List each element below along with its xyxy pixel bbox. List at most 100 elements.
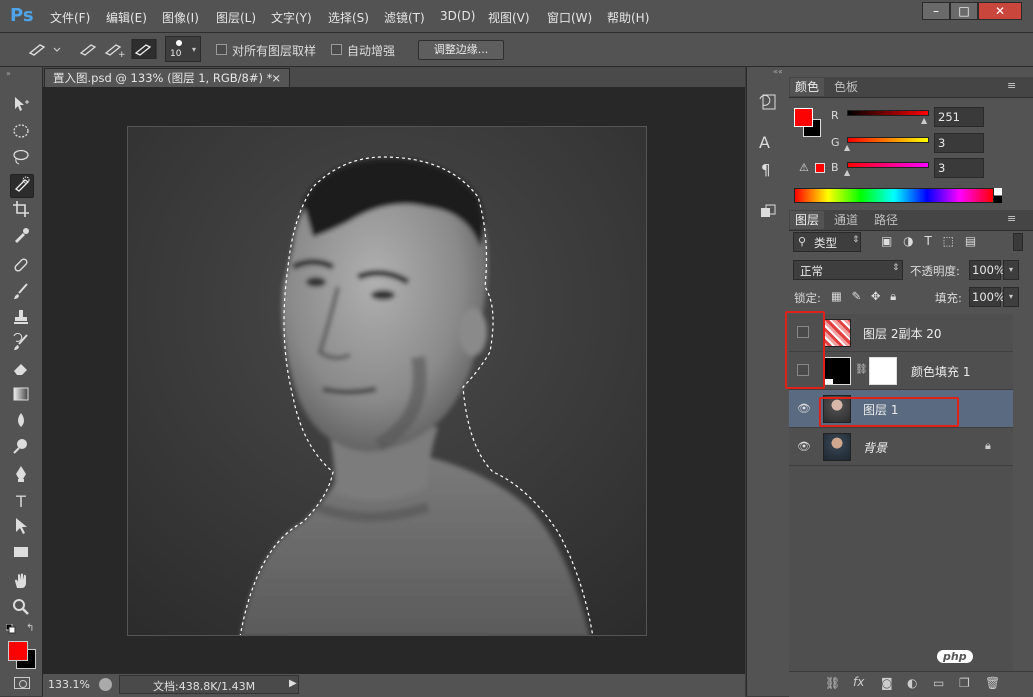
swap-colors-icon[interactable]: ↰ [26, 623, 34, 634]
move-icon[interactable] [10, 95, 32, 117]
slider-thumb-icon[interactable]: ▲ [921, 116, 927, 125]
path-selection-icon[interactable] [10, 517, 32, 539]
menu-image[interactable]: 图像(I) [162, 9, 199, 26]
maximize-button[interactable]: □ [950, 2, 978, 20]
panel-foreground-swatch[interactable] [794, 108, 813, 127]
menu-filter[interactable]: 滤镜(T) [384, 9, 425, 26]
tab-layers[interactable]: 图层 [790, 211, 825, 229]
new-selection-icon[interactable] [86, 39, 108, 59]
layer-row[interactable]: 👁︎ 背景 🔒︎ [789, 428, 1013, 466]
menu-file[interactable]: 文件(F) [50, 9, 90, 26]
channel-b-slider[interactable] [847, 162, 929, 168]
adjustment-layer-icon[interactable]: ◐ [907, 676, 917, 690]
brush-icon[interactable] [10, 282, 32, 304]
brush-size-picker[interactable]: 10 ▾ [165, 36, 201, 62]
black-white-ramp[interactable] [994, 188, 1002, 203]
stamp-icon[interactable] [10, 308, 32, 330]
color-panel-menu-icon[interactable]: ≡ [1007, 79, 1016, 92]
gradient-icon[interactable] [10, 385, 32, 407]
tool-preset-icon[interactable] [26, 39, 62, 59]
smart-object-filter-icon[interactable]: ▤ [965, 234, 976, 248]
status-info-icon[interactable] [99, 678, 112, 691]
document-canvas[interactable] [127, 126, 647, 636]
hand-icon[interactable] [10, 572, 32, 594]
history-panel-icon[interactable] [759, 91, 777, 113]
layer-filter-select[interactable]: ⚲ 类型 ⇕ [793, 232, 861, 252]
minimize-button[interactable]: – [922, 2, 950, 20]
character-panel-icon[interactable]: A [759, 133, 777, 152]
trash-icon[interactable]: 🗑︎ [985, 676, 1000, 690]
add-mask-icon[interactable]: ◙ [881, 676, 893, 690]
rectangle-icon[interactable] [10, 543, 32, 565]
fill-input[interactable]: 100% [969, 287, 1005, 307]
opacity-dropdown-icon[interactable]: ▾ [1003, 260, 1019, 280]
fill-dropdown-icon[interactable]: ▾ [1003, 287, 1019, 307]
channel-r-input[interactable]: 251 [934, 107, 984, 127]
3d-panel-icon[interactable] [759, 203, 777, 221]
lock-transparent-icon[interactable]: ▦ [831, 289, 842, 303]
type-icon[interactable]: T [10, 491, 32, 513]
blend-mode-select[interactable]: 正常 ⇕ [793, 260, 903, 280]
quick-mask-icon[interactable] [14, 677, 30, 689]
tab-channels[interactable]: 通道 [829, 211, 863, 229]
layers-panel-menu-icon[interactable]: ≡ [1007, 212, 1016, 225]
type-filter-icon[interactable]: T [924, 234, 931, 248]
default-colors-icon[interactable] [5, 623, 16, 634]
filter-toggle-switch[interactable] [1013, 233, 1023, 251]
shape-filter-icon[interactable]: ⬚ [943, 234, 954, 248]
close-tab-icon[interactable]: × [271, 69, 281, 87]
close-button[interactable]: ✕ [978, 2, 1022, 20]
new-group-icon[interactable]: ▭ [933, 676, 944, 690]
blur-icon[interactable] [10, 411, 32, 433]
channel-b-input[interactable]: 3 [934, 158, 984, 178]
channel-g-slider[interactable] [847, 137, 929, 143]
add-to-selection-icon[interactable] [110, 39, 132, 59]
quick-selection-icon[interactable] [10, 174, 34, 198]
sample-all-layers-checkbox[interactable] [216, 44, 227, 55]
adjustment-filter-icon[interactable]: ◑ [903, 234, 913, 248]
history-brush-icon[interactable] [10, 332, 32, 355]
pen-icon[interactable] [10, 465, 32, 487]
zoom-level[interactable]: 133.1% [48, 678, 90, 691]
document-tab[interactable]: 置入图.psd @ 133% (图层 1, RGB/8#) * × [44, 68, 290, 87]
eyedropper-icon[interactable] [10, 226, 32, 248]
channel-g-input[interactable]: 3 [934, 133, 984, 153]
menu-help[interactable]: 帮助(H) [607, 9, 649, 26]
gamut-color-swatch[interactable] [815, 163, 825, 173]
slider-thumb-icon[interactable]: ▲ [844, 168, 850, 177]
foreground-color-swatch[interactable] [8, 641, 28, 661]
menu-layer[interactable]: 图层(L) [216, 9, 256, 26]
layer-name[interactable]: 图层 2副本 20 [863, 325, 942, 342]
zoom-icon[interactable] [10, 598, 32, 620]
healing-brush-icon[interactable] [10, 256, 32, 278]
paragraph-panel-icon[interactable]: ¶ [761, 161, 779, 179]
tab-color[interactable]: 颜色 [790, 78, 825, 96]
refine-edge-button[interactable]: 调整边缘... [418, 40, 504, 60]
pixel-filter-icon[interactable]: ▣ [881, 234, 892, 248]
eye-icon[interactable]: 👁︎ [797, 402, 811, 416]
link-icon[interactable]: ⛓ [855, 364, 868, 375]
link-layers-icon[interactable]: ⛓ [825, 676, 840, 690]
layer-name[interactable]: 颜色填充 1 [911, 363, 970, 380]
lock-image-icon[interactable]: ✎ [852, 289, 862, 303]
slider-thumb-icon[interactable]: ▲ [844, 143, 850, 152]
new-layer-icon[interactable]: ❐ [959, 676, 970, 690]
lock-all-icon[interactable]: 🔒︎ [890, 289, 896, 303]
crop-icon[interactable] [10, 200, 32, 222]
menu-select[interactable]: 选择(S) [328, 9, 369, 26]
marquee-icon[interactable] [10, 122, 32, 144]
channel-r-slider[interactable] [847, 110, 929, 116]
tab-paths[interactable]: 路径 [869, 211, 903, 229]
menu-window[interactable]: 窗口(W) [547, 9, 592, 26]
lock-position-icon[interactable]: ✥ [871, 289, 881, 303]
layer-style-icon[interactable]: fx [853, 675, 864, 689]
menu-3d[interactable]: 3D(D) [440, 9, 475, 23]
menu-type[interactable]: 文字(Y) [271, 9, 312, 26]
eye-icon[interactable]: 👁︎ [797, 440, 811, 454]
tab-swatches[interactable]: 色板 [829, 78, 863, 96]
color-spectrum-bar[interactable] [794, 188, 994, 203]
subtract-from-selection-icon[interactable] [132, 39, 156, 59]
gamut-warning-icon[interactable]: ⚠ [799, 161, 809, 174]
lasso-icon[interactable] [10, 148, 32, 170]
layer-name[interactable]: 背景 [863, 439, 887, 456]
